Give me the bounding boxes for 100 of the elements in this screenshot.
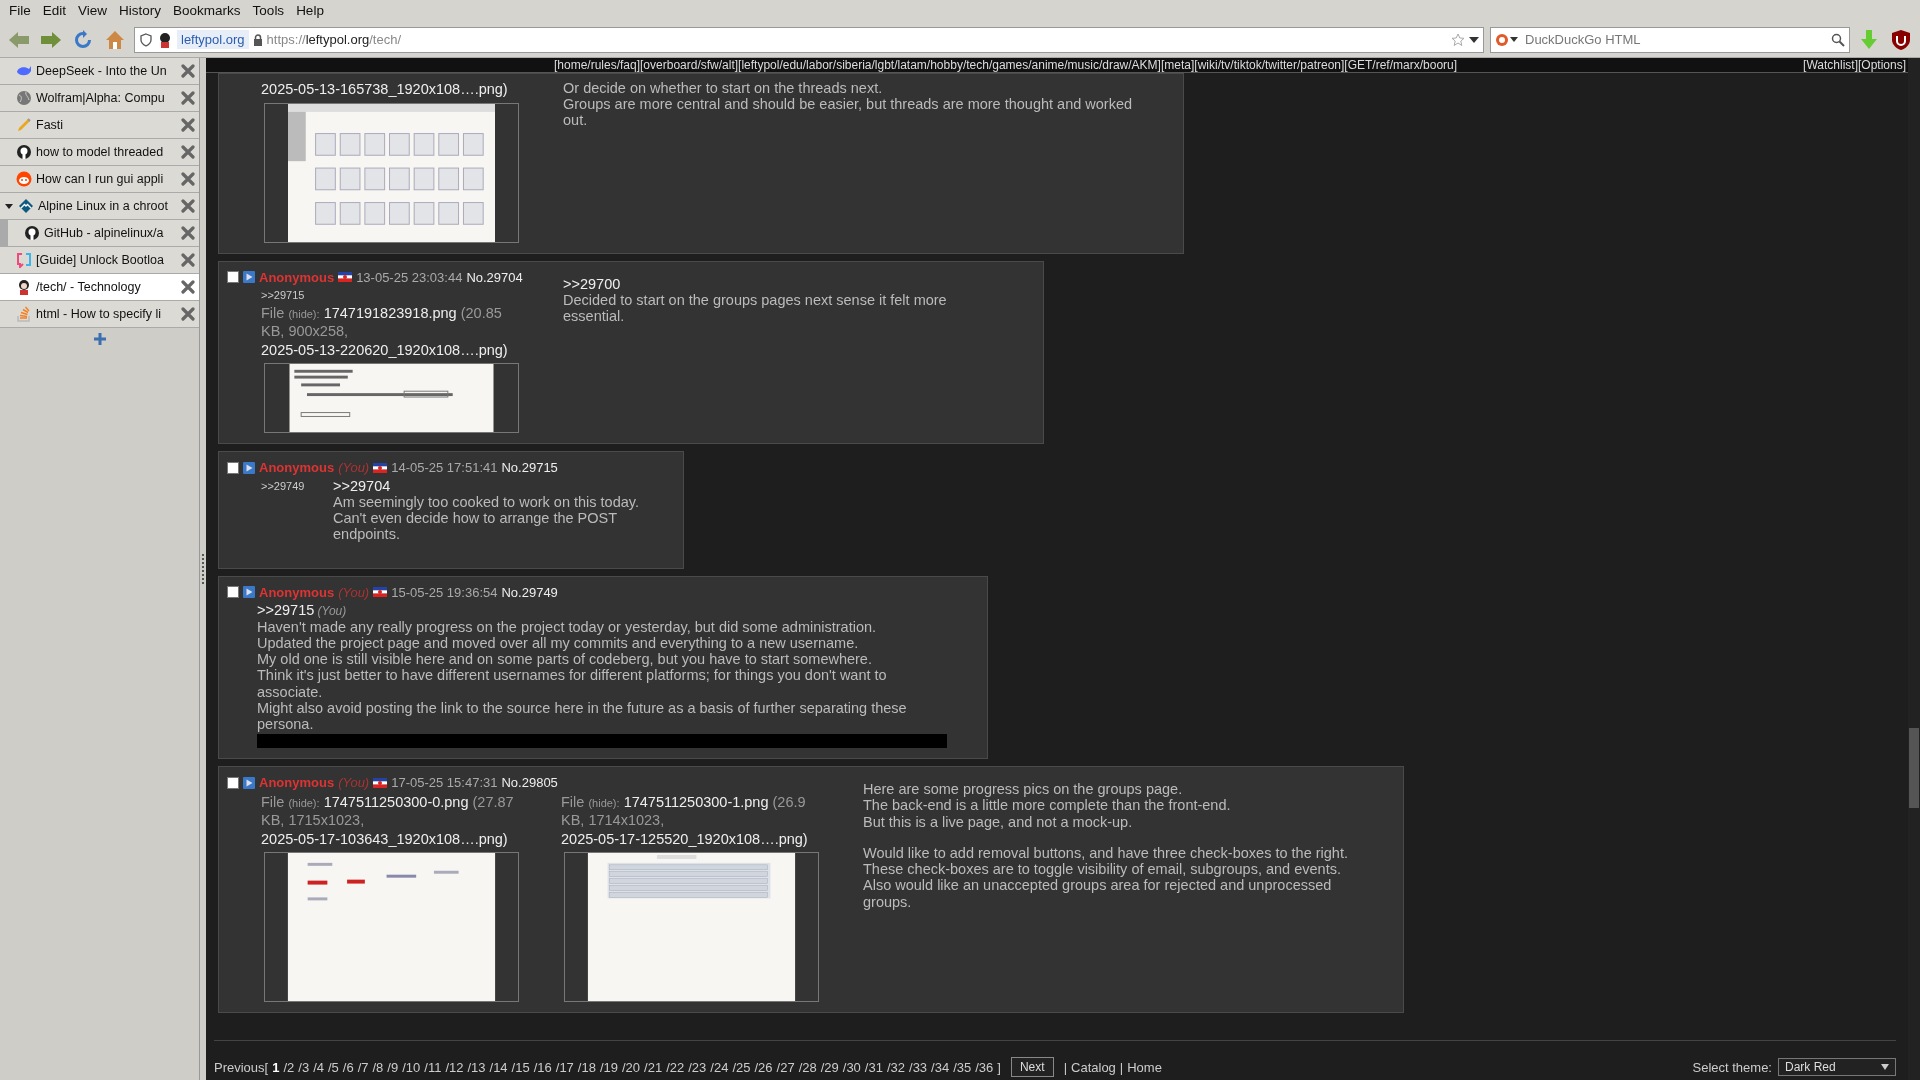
- page-link[interactable]: /17: [555, 1057, 574, 1077]
- page-link[interactable]: /2: [283, 1057, 295, 1077]
- splitter-grip-icon[interactable]: [201, 554, 205, 584]
- page-link[interactable]: /21: [644, 1057, 663, 1077]
- quote-link[interactable]: >>29704: [333, 477, 643, 494]
- post-number[interactable]: No.29749: [501, 582, 558, 603]
- page-link[interactable]: /11: [424, 1057, 442, 1077]
- footer-link[interactable]: Catalog: [1071, 1057, 1116, 1077]
- page-link[interactable]: /25: [732, 1057, 751, 1077]
- board-nav-link[interactable]: [leftypol/edu/labor/siberia/lgbt/latam/hobby/tech/games/anime/music/draw/AKM]: [738, 58, 1161, 74]
- theme-select[interactable]: Dark Red: [1778, 1058, 1896, 1077]
- page-link[interactable]: /32: [886, 1057, 905, 1077]
- page-link[interactable]: /6: [342, 1057, 354, 1077]
- sidebar-tab[interactable]: /tech/ - Technology: [0, 274, 199, 301]
- page-link[interactable]: /7: [357, 1057, 369, 1077]
- page-link[interactable]: /20: [622, 1057, 641, 1077]
- menu-item[interactable]: Edit: [37, 0, 72, 22]
- page-link[interactable]: /33: [909, 1057, 928, 1077]
- expander-icon[interactable]: [4, 201, 14, 211]
- post-checkbox[interactable]: [227, 776, 239, 789]
- post-number[interactable]: No.29805: [501, 773, 558, 793]
- page-link[interactable]: /8: [372, 1057, 384, 1077]
- post-checkbox[interactable]: [227, 586, 239, 599]
- page-link[interactable]: 1: [272, 1057, 280, 1077]
- page-link[interactable]: /12: [445, 1057, 464, 1077]
- footer-link[interactable]: Home: [1127, 1057, 1162, 1077]
- page-link[interactable]: /35: [953, 1057, 972, 1077]
- sidebar-tab[interactable]: Alpine Linux in a chroot: [0, 193, 199, 220]
- page-link[interactable]: /34: [931, 1057, 950, 1077]
- search-field[interactable]: DuckDuckGo HTML: [1490, 26, 1850, 53]
- sidebar-tab[interactable]: DeepSeek - Into the Un: [0, 58, 199, 85]
- page-link[interactable]: /5: [327, 1057, 339, 1077]
- sidebar-tab[interactable]: how to model threaded: [0, 139, 199, 166]
- site-identity-label[interactable]: leftypol.org: [177, 29, 249, 50]
- sidebar-tab[interactable]: Fasti: [0, 112, 199, 139]
- board-nav-link[interactable]: [meta]: [1160, 58, 1195, 74]
- page-link[interactable]: /19: [599, 1057, 618, 1077]
- close-icon[interactable]: [181, 199, 195, 213]
- close-icon[interactable]: [181, 253, 195, 267]
- menu-item[interactable]: History: [114, 0, 167, 22]
- page-link[interactable]: /29: [820, 1057, 839, 1077]
- page-link[interactable]: /18: [577, 1057, 596, 1077]
- page-link[interactable]: /16: [533, 1057, 552, 1077]
- close-icon[interactable]: [181, 145, 195, 159]
- search-engine-icon[interactable]: [1495, 32, 1519, 47]
- page-link[interactable]: /10: [402, 1057, 421, 1077]
- close-icon[interactable]: [181, 226, 195, 240]
- page-link[interactable]: /30: [842, 1057, 861, 1077]
- menu-item[interactable]: View: [73, 0, 113, 22]
- quote-link[interactable]: >>29715 (You): [257, 602, 947, 619]
- page-link[interactable]: /22: [666, 1057, 685, 1077]
- menu-item[interactable]: Bookmarks: [168, 0, 246, 22]
- backlink[interactable]: >>29715: [227, 287, 525, 304]
- post-number[interactable]: No.29704: [466, 267, 523, 288]
- close-icon[interactable]: [181, 307, 195, 321]
- search-icon[interactable]: [1831, 32, 1845, 47]
- quote-link[interactable]: >>29700: [563, 275, 1003, 292]
- post-number[interactable]: No.29715: [501, 458, 558, 478]
- page-link[interactable]: /27: [776, 1057, 795, 1077]
- page-link[interactable]: /24: [710, 1057, 729, 1077]
- page-link[interactable]: /36: [975, 1057, 994, 1077]
- menu-item[interactable]: File: [4, 0, 36, 22]
- play-icon[interactable]: [243, 461, 255, 474]
- sidebar-tab[interactable]: [Guide] Unlock Bootloa: [0, 247, 199, 274]
- scrollbar[interactable]: [1908, 58, 1920, 1080]
- board-nav-link[interactable]: [home/rules/faq]: [554, 58, 641, 74]
- board-nav-link[interactable]: [wiki/tv/tiktok/twitter/patreon]: [1194, 58, 1345, 74]
- sidebar-tab[interactable]: How can I run gui appli: [0, 166, 199, 193]
- close-icon[interactable]: [181, 118, 195, 132]
- board-nav-link[interactable]: [GET/ref/marx/booru]: [1344, 58, 1458, 74]
- page-link[interactable]: /9: [387, 1057, 399, 1077]
- post-checkbox[interactable]: [227, 461, 239, 474]
- add-tab-icon[interactable]: [92, 332, 107, 346]
- board-nav-link[interactable]: [Options]: [1857, 58, 1906, 74]
- sidebar-tab[interactable]: html - How to specify li: [0, 301, 199, 328]
- close-icon[interactable]: [181, 280, 195, 294]
- page-link[interactable]: /23: [688, 1057, 707, 1077]
- close-icon[interactable]: [181, 91, 195, 105]
- board-nav-link[interactable]: [Watchlist]: [1803, 58, 1858, 74]
- menu-item[interactable]: Help: [291, 0, 329, 22]
- page-link[interactable]: /14: [489, 1057, 508, 1077]
- board-nav-link[interactable]: [overboard/sfw/alt]: [640, 58, 739, 74]
- star-icon[interactable]: [1451, 32, 1465, 47]
- page-link[interactable]: /3: [298, 1057, 310, 1077]
- sidebar-tab[interactable]: Wolfram|Alpha: Compu: [0, 85, 199, 112]
- post-checkbox[interactable]: [227, 271, 239, 284]
- play-icon[interactable]: [243, 271, 255, 284]
- play-icon[interactable]: [243, 586, 255, 599]
- page-link[interactable]: /26: [754, 1057, 773, 1077]
- sidebar-tab[interactable]: GitHub - alpinelinux/a: [0, 220, 199, 247]
- page-link[interactable]: /13: [467, 1057, 486, 1077]
- page-link[interactable]: /28: [798, 1057, 817, 1077]
- next-button[interactable]: Next: [1010, 1057, 1054, 1077]
- address-bar[interactable]: leftypol.org https://leftypol.org/tech/: [134, 26, 1484, 53]
- menu-item[interactable]: Tools: [247, 0, 290, 22]
- close-icon[interactable]: [181, 64, 195, 78]
- close-icon[interactable]: [181, 172, 195, 186]
- page-link[interactable]: /15: [511, 1057, 530, 1077]
- dropdown-arrow-icon[interactable]: [1881, 1064, 1889, 1071]
- dropdown-arrow-icon[interactable]: [1469, 35, 1479, 44]
